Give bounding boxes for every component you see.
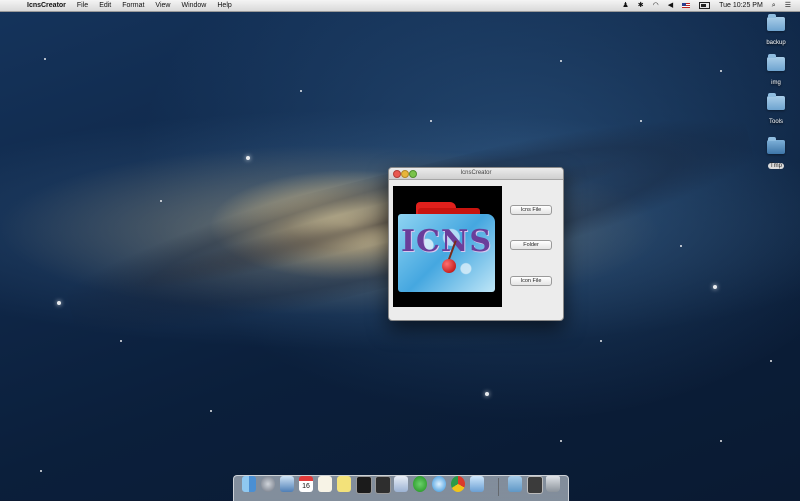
icns-text: ICNS [401,224,492,259]
volume-icon[interactable]: ◀ [668,0,673,11]
trash-icon[interactable] [546,476,560,492]
chrome-icon[interactable] [451,476,465,492]
folder-front: ICNS [398,214,495,292]
icns-folder-icon: ICNS [398,202,495,292]
desktop-icon-label: img [771,80,781,86]
menu-window[interactable]: Window [181,0,206,11]
menu-clock[interactable]: Tue 10:25 PM [719,0,763,11]
script-editor-icon[interactable] [394,476,408,492]
launchpad-icon[interactable] [261,476,275,492]
desktop-icon-img[interactable]: img [756,54,796,89]
input-source-flag-icon[interactable] [682,3,691,8]
safari-icon[interactable] [432,476,446,492]
wifi-icon[interactable]: ◠ [653,0,659,11]
cherry-icon [442,259,456,273]
notification-center-icon[interactable]: ☰ [785,0,791,11]
finder-icon[interactable] [242,476,256,492]
mail-icon[interactable] [280,476,294,492]
icnscreator-window: IcnsCreator ICNS Icns File Folder Icon F… [388,167,564,321]
dock: 16 [233,475,569,501]
icns-file-button[interactable]: Icns File [510,205,552,215]
menu-app-name[interactable]: IcnsCreator [27,0,66,11]
status-area: ♟ ✱ ◠ ◀ Tue 10:25 PM ⌕ ☰ [622,0,800,11]
window-titlebar[interactable]: IcnsCreator [389,168,563,180]
folder-button[interactable]: Folder [510,240,552,250]
preview-icon[interactable] [470,476,484,492]
folder-icon [767,137,785,154]
dock-separator [498,478,499,496]
icon-preview-well[interactable]: ICNS [393,186,502,307]
textedit-icon[interactable] [318,476,332,492]
desktop-icon-label: Tmp [768,163,784,169]
calendar-icon[interactable]: 16 [299,476,313,492]
folder-icon[interactable] [508,476,522,492]
terminal-icon[interactable] [356,476,372,494]
folder-icon [767,54,785,71]
desktop-icon-tools[interactable]: Tools [756,93,796,128]
bluetooth-icon[interactable]: ✱ [638,0,644,11]
spotlight-icon[interactable]: ⌕ [772,0,776,11]
battery-icon[interactable] [699,2,711,9]
appstore-icon[interactable] [413,476,427,492]
menu-format[interactable]: Format [122,0,144,11]
desktop-icon-backup[interactable]: backup [756,14,796,49]
icon-file-button[interactable]: Icon File [510,276,552,286]
desktop-icon-tmp[interactable]: Tmp [756,137,796,172]
menu-file[interactable]: File [77,0,88,11]
menu-bar: IcnsCreator File Edit Format View Window… [0,0,800,12]
menu-edit[interactable]: Edit [99,0,111,11]
desktop-icon-label: backup [766,40,786,46]
folder-icon [767,14,785,31]
document-icon[interactable] [527,476,543,494]
menu-view[interactable]: View [155,0,170,11]
activity-monitor-icon[interactable] [375,476,391,494]
notes-icon[interactable] [337,476,351,492]
menu-help[interactable]: Help [217,0,231,11]
window-title: IcnsCreator [460,170,492,176]
user-icon[interactable]: ♟ [622,0,628,11]
folder-icon [767,93,785,110]
desktop-icon-label: Tools [768,119,783,125]
